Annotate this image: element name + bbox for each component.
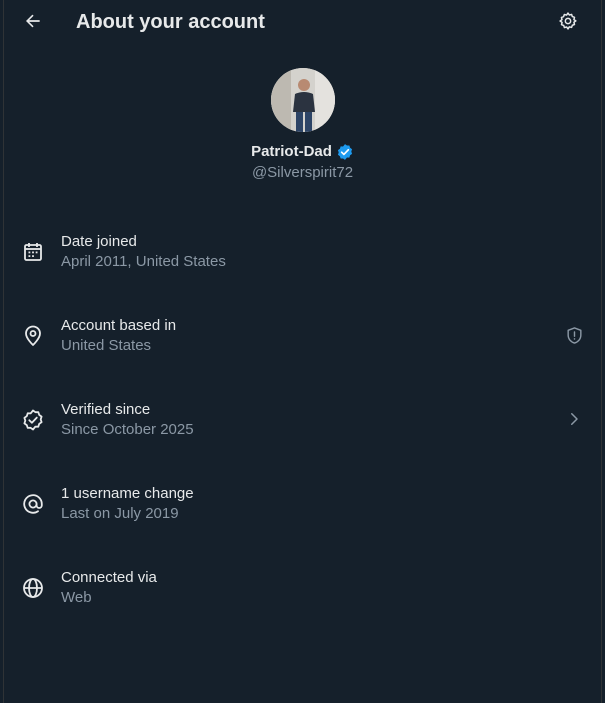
avatar[interactable]	[270, 68, 335, 132]
shield-alert-icon	[566, 326, 582, 344]
detail-value: Since October 2025	[61, 421, 194, 438]
calendar-icon	[24, 243, 42, 261]
location-pin-icon	[25, 325, 41, 346]
detail-date-joined: Date joined April 2011, United States	[4, 212, 601, 296]
detail-value: United States	[61, 337, 152, 354]
detail-value: Last on July 2019	[61, 505, 179, 522]
location-info-button[interactable]	[563, 324, 585, 346]
detail-verified-since[interactable]: Verified since Since October 2025	[4, 380, 601, 464]
detail-label: Account based in	[61, 317, 177, 334]
account-details-list: Date joined April 2011, United States Ac…	[4, 212, 601, 632]
page-title: About your account	[76, 11, 265, 33]
detail-label: Date joined	[61, 233, 137, 250]
avatar-photo	[270, 68, 335, 132]
profile-summary: Patriot-Dad @Silverspirit72	[4, 66, 601, 183]
verified-badge-icon	[337, 144, 352, 160]
detail-label: Connected via	[61, 569, 157, 586]
detail-value: Web	[61, 589, 92, 606]
chevron-button[interactable]	[563, 408, 585, 430]
chevron-right-icon	[571, 413, 578, 425]
name-row: Patriot-Dad	[4, 142, 601, 162]
header: About your account	[4, 0, 601, 44]
gear-icon	[559, 12, 577, 30]
verified-badge-icon	[23, 409, 43, 431]
user-handle: @Silverspirit72	[251, 164, 354, 181]
back-button[interactable]	[18, 6, 48, 36]
settings-button[interactable]	[555, 8, 581, 34]
account-panel: About your account Patriot-Dad @Silversp…	[3, 0, 602, 703]
detail-value: April 2011, United States	[61, 253, 226, 270]
detail-label: Verified since	[61, 401, 151, 418]
detail-connected-via: Connected via Web	[4, 548, 601, 632]
detail-username-change: 1 username change Last on July 2019	[4, 464, 601, 548]
display-name: Patriot-Dad	[251, 143, 332, 160]
arrow-left-icon	[26, 14, 40, 28]
detail-account-based-in: Account based in United States	[4, 296, 601, 380]
detail-label: 1 username change	[61, 485, 194, 502]
at-sign-icon	[23, 494, 43, 514]
globe-icon	[23, 578, 43, 598]
